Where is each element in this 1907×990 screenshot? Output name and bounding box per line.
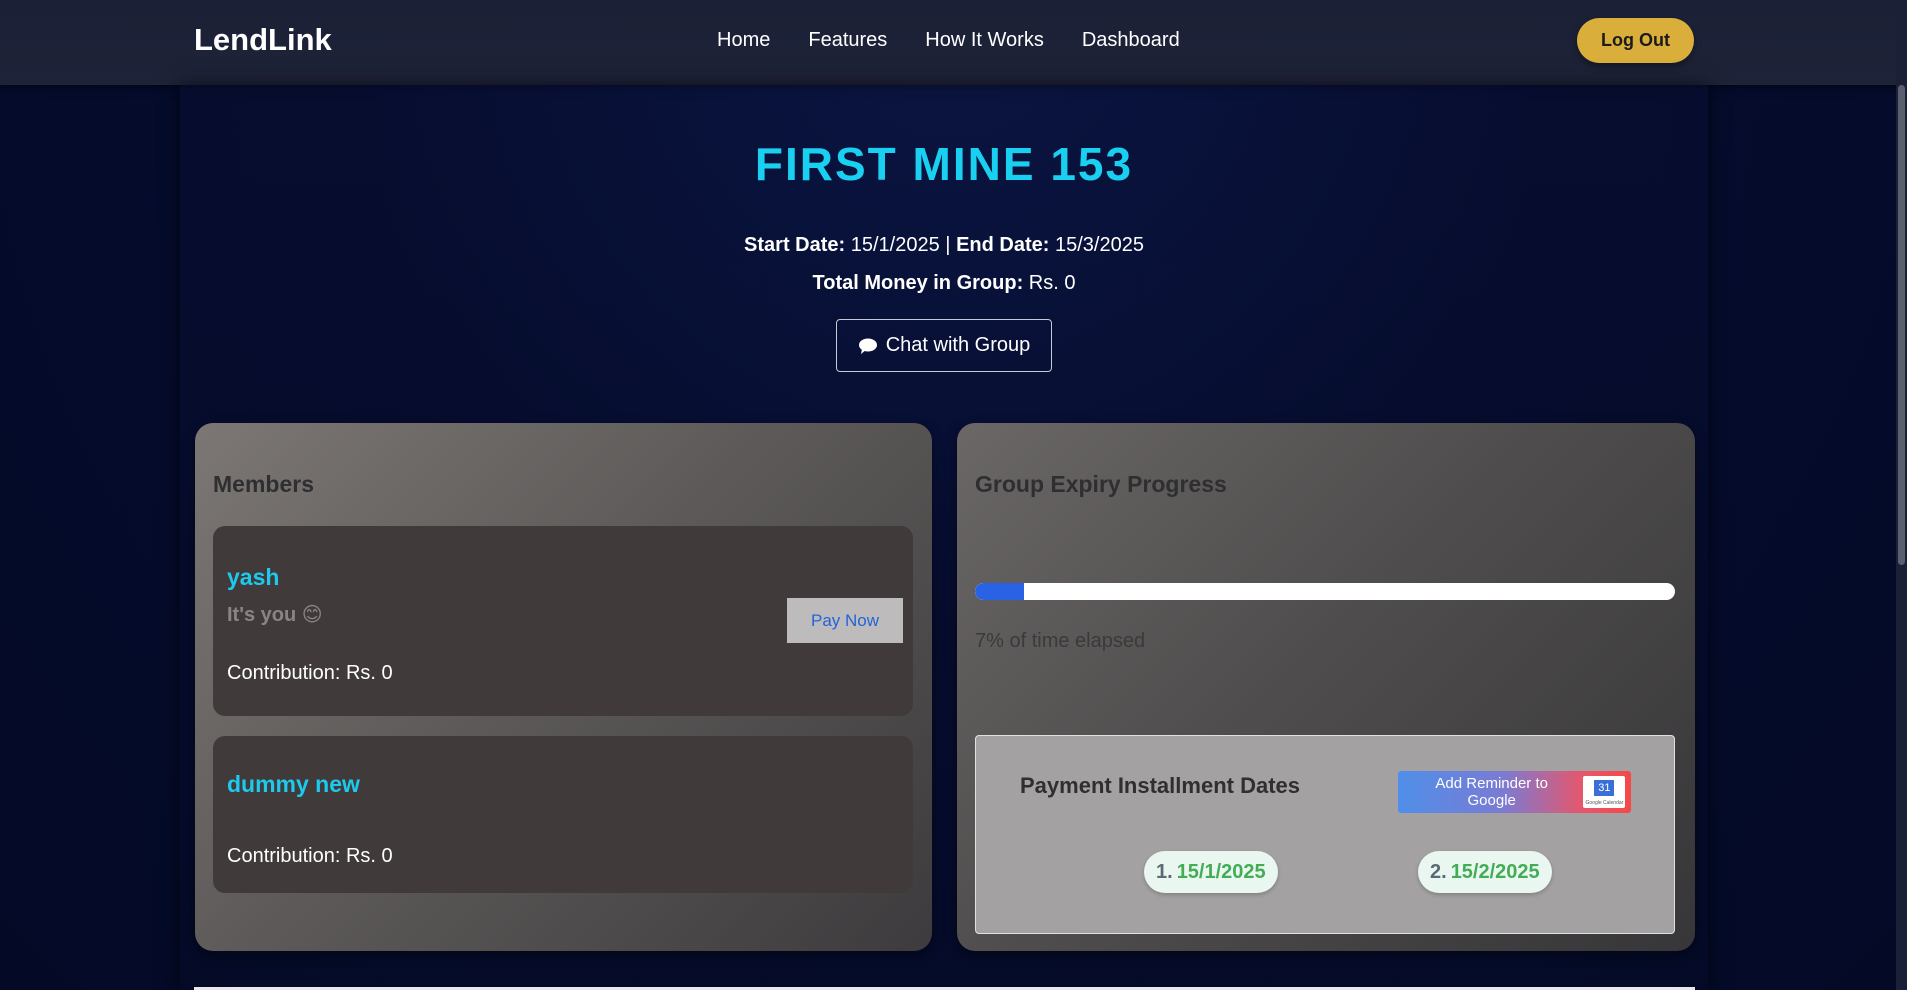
nav-features[interactable]: Features bbox=[808, 29, 887, 52]
progress-bar-fill bbox=[975, 583, 1024, 600]
start-date-label: Start Date: bbox=[744, 234, 846, 256]
scrollbar-thumb[interactable] bbox=[1898, 85, 1905, 565]
member-contribution: Contribution: Rs. 0 bbox=[227, 845, 393, 867]
end-date-value: 15/3/2025 bbox=[1054, 234, 1144, 256]
members-heading: Members bbox=[213, 471, 314, 497]
members-card: Members yash It's you 😊 Contribution: Rs… bbox=[195, 423, 932, 951]
member-self-note: It's you 😊 bbox=[227, 604, 323, 626]
logout-button[interactable]: Log Out bbox=[1577, 18, 1694, 63]
nav-dashboard[interactable]: Dashboard bbox=[1082, 29, 1180, 52]
total-money-label: Total Money in Group: bbox=[812, 272, 1024, 294]
expiry-progress-heading: Group Expiry Progress bbox=[975, 471, 1227, 497]
member-name: yash bbox=[227, 564, 280, 590]
chat-button-label: Chat with Group bbox=[885, 334, 1031, 356]
installment-date: 15/1/2025 bbox=[1176, 860, 1266, 883]
end-date-label: End Date: bbox=[956, 234, 1050, 256]
chat-bubble-icon bbox=[858, 338, 877, 354]
member-name: dummy new bbox=[227, 771, 360, 797]
chat-with-group-button[interactable]: Chat with Group bbox=[836, 319, 1052, 372]
reminder-button-label: Add Reminder to Google bbox=[1435, 775, 1548, 809]
navbar: LendLink Home Features How It Works Dash… bbox=[0, 0, 1907, 85]
date-separator: | bbox=[945, 234, 951, 256]
member-card: dummy new Contribution: Rs. 0 bbox=[213, 736, 913, 893]
total-money-value: Rs. 0 bbox=[1028, 272, 1076, 294]
member-card: yash It's you 😊 Contribution: Rs. 0 Pay … bbox=[213, 526, 913, 716]
nav-home[interactable]: Home bbox=[717, 29, 770, 52]
nav-links: Home Features How It Works Dashboard bbox=[717, 29, 1180, 52]
member-contribution: Contribution: Rs. 0 bbox=[227, 662, 393, 684]
group-title: FIRST MINE 153 bbox=[754, 138, 1134, 190]
installment-date-pill: 1. 15/1/2025 bbox=[1144, 851, 1278, 893]
installment-date-pill: 2. 15/2/2025 bbox=[1418, 851, 1552, 893]
add-reminder-google-button[interactable]: Add Reminder to Google 31 Google Calenda… bbox=[1398, 771, 1631, 813]
installment-dates-heading: Payment Installment Dates bbox=[1020, 773, 1300, 798]
installment-number: 1. bbox=[1156, 860, 1173, 883]
pay-now-button[interactable]: Pay Now bbox=[787, 598, 903, 643]
nav-how-it-works[interactable]: How It Works bbox=[925, 29, 1044, 52]
installment-date: 15/2/2025 bbox=[1450, 860, 1540, 883]
installment-dates-box: Payment Installment Dates Add Reminder t… bbox=[975, 735, 1675, 934]
progress-text: 7% of time elapsed bbox=[975, 630, 1146, 652]
group-dates: Start Date: 15/1/2025 | End Date: 15/3/2… bbox=[0, 234, 1888, 257]
start-date-value: 15/1/2025 bbox=[850, 234, 940, 256]
expiry-progress-card: Group Expiry Progress 7% of time elapsed… bbox=[957, 423, 1695, 951]
brand-logo[interactable]: LendLink bbox=[194, 22, 332, 58]
installment-number: 2. bbox=[1430, 860, 1447, 883]
total-money: Total Money in Group: Rs. 0 bbox=[0, 272, 1888, 295]
progress-bar bbox=[975, 583, 1675, 600]
google-calendar-icon: 31 Google Calendar bbox=[1583, 776, 1625, 808]
